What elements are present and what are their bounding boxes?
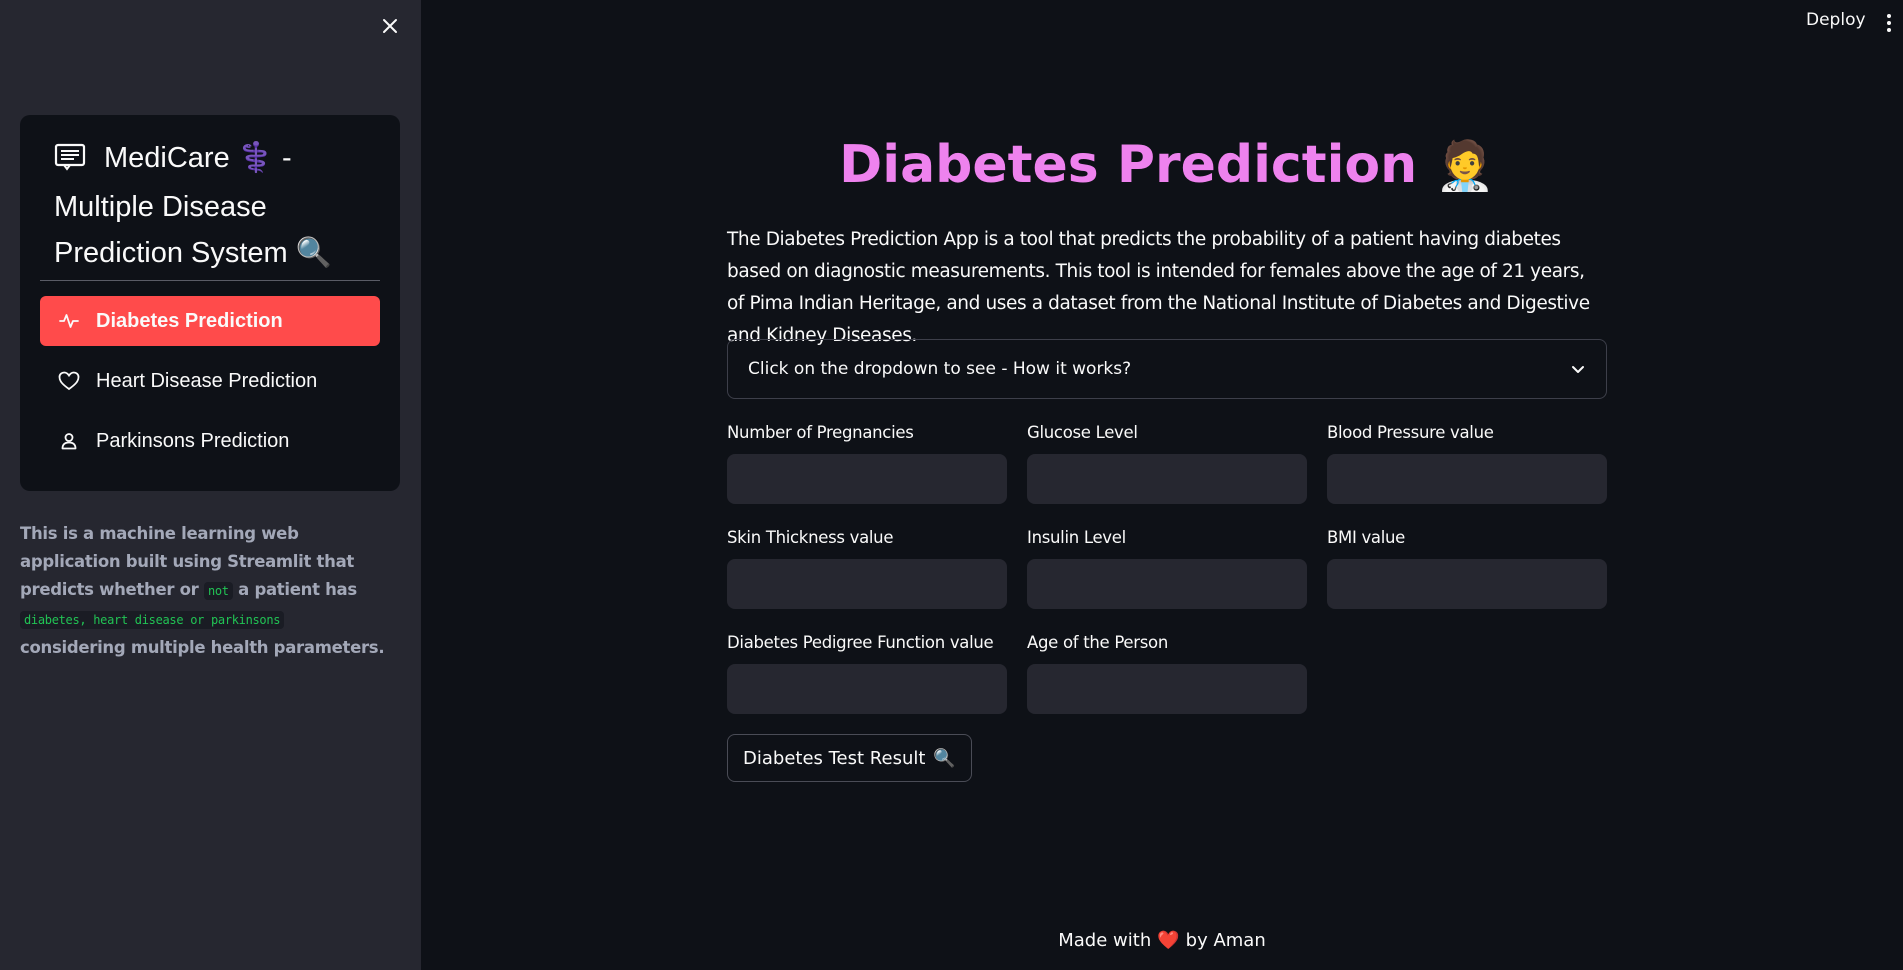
age-input[interactable] [1027, 664, 1307, 714]
description-text: a patient has [232, 580, 357, 599]
close-icon [383, 19, 397, 33]
sidebar-description: This is a machine learning web applicati… [20, 520, 390, 662]
glucose-label: Glucose Level [1027, 423, 1138, 442]
option-menu: MediCare ⚕️ - Multiple Disease Predictio… [20, 115, 400, 491]
footer: Made with ❤️ by Aman [421, 930, 1903, 951]
insulin-input[interactable] [1027, 559, 1307, 609]
heart-icon [58, 370, 80, 392]
result-button-label: Diabetes Test Result [743, 747, 926, 769]
menu-title: MediCare ⚕️ - Multiple Disease Predictio… [54, 135, 374, 276]
footer-prefix: Made with [1058, 930, 1152, 951]
receipt-icon [54, 140, 86, 185]
sidebar: MediCare ⚕️ - Multiple Disease Predictio… [0, 0, 421, 970]
person-icon [58, 430, 80, 452]
nav-item-label: Diabetes Prediction [96, 309, 283, 332]
skin-thickness-label: Skin Thickness value [727, 528, 894, 547]
heart-icon: ❤️ [1157, 930, 1180, 951]
nav-item-label: Parkinsons Prediction [96, 429, 290, 452]
footer-suffix: by Aman [1185, 930, 1266, 951]
pregnancies-input[interactable] [727, 454, 1007, 504]
glucose-input[interactable] [1027, 454, 1307, 504]
page-title-text: Diabetes Prediction [839, 135, 1418, 195]
chevron-down-icon [1572, 366, 1584, 373]
diabetes-test-result-button[interactable]: Diabetes Test Result 🔍 [727, 734, 972, 782]
menu-divider [40, 280, 380, 281]
deploy-button[interactable]: Deploy [1806, 10, 1866, 30]
caduceus-icon: ⚕️ [237, 140, 274, 174]
bmi-input[interactable] [1327, 559, 1607, 609]
description-code: not [203, 582, 233, 600]
bmi-label: BMI value [1327, 528, 1406, 547]
activity-icon [58, 310, 80, 332]
nav-item-heart-disease-prediction[interactable]: Heart Disease Prediction [40, 356, 380, 406]
how-it-works-expander[interactable]: Click on the dropdown to see - How it wo… [727, 339, 1607, 399]
kebab-menu-icon[interactable] [1884, 12, 1894, 34]
menu-title-prefix: MediCare [104, 142, 230, 174]
intro-paragraph: The Diabetes Prediction App is a tool th… [727, 229, 1590, 346]
pedigree-input[interactable] [727, 664, 1007, 714]
description-code: diabetes, heart disease or parkinsons [20, 611, 285, 629]
skin-thickness-input[interactable] [727, 559, 1007, 609]
expander-label: Click on the dropdown to see - How it wo… [748, 359, 1132, 379]
nav-item-diabetes-prediction[interactable]: Diabetes Prediction [40, 296, 380, 346]
sidebar-close-button[interactable] [376, 12, 404, 40]
blood-pressure-input[interactable] [1327, 454, 1607, 504]
pregnancies-label: Number of Pregnancies [727, 423, 914, 442]
doctor-icon: 🧑‍⚕️ [1435, 138, 1495, 194]
app-root: MediCare ⚕️ - Multiple Disease Predictio… [0, 0, 1903, 970]
magnifier-icon: 🔍 [295, 235, 332, 269]
insulin-label: Insulin Level [1027, 528, 1126, 547]
age-label: Age of the Person [1027, 633, 1168, 652]
nav-item-parkinsons-prediction[interactable]: Parkinsons Prediction [40, 416, 380, 466]
magnifier-icon: 🔍 [933, 747, 956, 769]
blood-pressure-label: Blood Pressure value [1327, 423, 1494, 442]
description-text: considering multiple health parameters. [20, 638, 385, 657]
pedigree-label: Diabetes Pedigree Function value [727, 633, 994, 652]
page-title: Diabetes Prediction 🧑‍⚕️ [727, 135, 1607, 195]
nav-item-label: Heart Disease Prediction [96, 369, 318, 392]
